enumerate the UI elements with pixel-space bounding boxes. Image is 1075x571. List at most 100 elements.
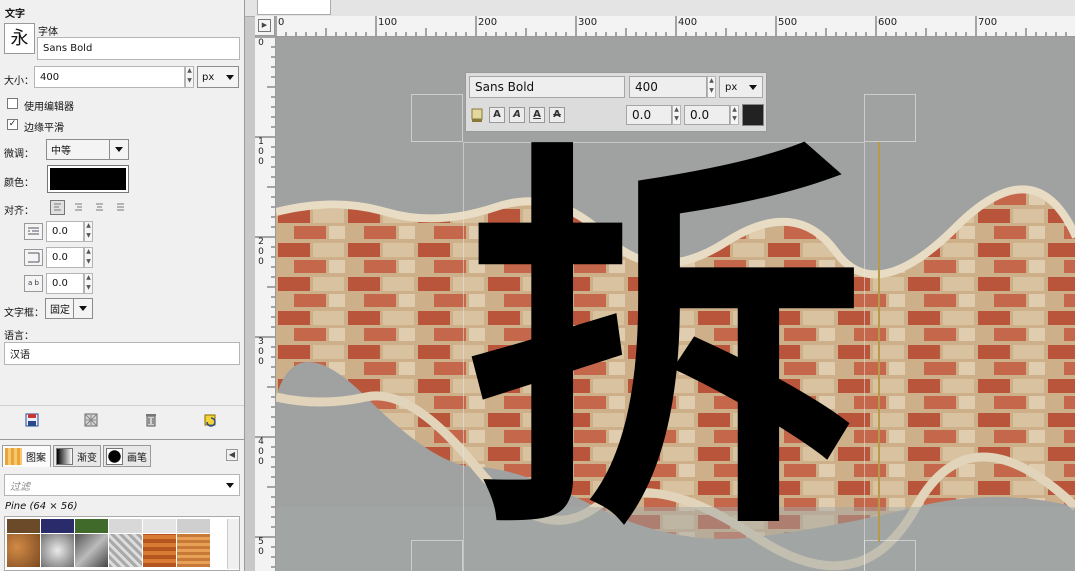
image-window: ▶ 0 100 200 300 400 500 600 700 0 1 0 0 … — [245, 0, 1075, 571]
overlay-baseline-input[interactable]: 0.0 — [626, 105, 672, 125]
letter-spacing-spinner[interactable]: ▲ ▼ — [84, 273, 93, 294]
restore-options-icon[interactable] — [83, 412, 101, 428]
hinting-label: 微调： — [4, 149, 34, 160]
hinting-dropdown-button[interactable] — [109, 140, 128, 159]
tab-patterns[interactable]: 图案 — [2, 445, 51, 467]
pattern-swatch[interactable] — [143, 519, 176, 533]
font-input[interactable]: Sans Bold — [37, 37, 240, 60]
pattern-filter-input[interactable]: 过滤 — [4, 474, 240, 496]
pattern-swatch[interactable] — [41, 534, 74, 567]
tab-brushes-label: 画笔 — [127, 452, 147, 464]
tab-patterns-label: 图案 — [26, 453, 46, 464]
chevron-down-icon — [226, 482, 234, 488]
horizontal-ruler[interactable]: 0 100 200 300 400 500 600 700 — [275, 16, 1075, 37]
chevron-down-icon — [115, 147, 123, 152]
panel-title: 文字 — [5, 9, 25, 20]
italic-button[interactable]: A — [509, 107, 525, 123]
pattern-swatch[interactable] — [41, 519, 74, 533]
pattern-swatch[interactable] — [109, 519, 142, 533]
tab-brushes[interactable]: 画笔 — [103, 445, 151, 467]
ruler-ticks — [255, 36, 275, 568]
ruler-label: 100 — [378, 17, 398, 28]
text-style-overlay: Sans Bold 400 ▲ ▼ px A A A A 0.0 ▲ ▼ 0.0 ▲… — [465, 72, 767, 132]
indent-spinner[interactable]: ▲ ▼ — [84, 221, 93, 242]
indent-icon — [24, 223, 43, 240]
pattern-scrollbar[interactable] — [227, 519, 239, 569]
pattern-swatch[interactable] — [143, 534, 176, 567]
letter-spacing-icon: a b — [24, 275, 43, 292]
brush-tab-icon — [106, 447, 123, 465]
gradient-tab-icon — [56, 447, 73, 465]
box-combo[interactable]: 固定 — [45, 298, 93, 319]
filter-placeholder: 过滤 — [10, 481, 30, 493]
clear-style-icon[interactable] — [469, 107, 485, 123]
color-button[interactable] — [47, 165, 129, 193]
overlay-kerning-input[interactable]: 0.0 — [684, 105, 730, 125]
text-layer[interactable]: 拆 — [466, 112, 866, 571]
justify-label: 对齐： — [4, 206, 34, 217]
language-label: 语言： — [4, 331, 34, 342]
overlay-size-input[interactable]: 400 — [629, 76, 707, 98]
size-input[interactable]: 400 — [34, 66, 185, 88]
save-options-icon[interactable] — [24, 412, 42, 428]
guide-frame — [864, 94, 916, 142]
font-label: 字体 — [38, 27, 58, 38]
color-swatch — [50, 168, 126, 190]
pattern-swatch[interactable] — [75, 534, 108, 567]
strikethrough-button[interactable]: A — [549, 107, 565, 123]
ruler-label: 5 0 — [258, 537, 264, 557]
text-cursor — [878, 142, 880, 542]
overlay-baseline-spinner[interactable]: ▲ ▼ — [672, 105, 681, 125]
font-preview-glyph: 永 — [10, 28, 29, 49]
antialias-label: 边缘平滑 — [24, 123, 64, 134]
antialias-checkbox[interactable]: ✓ — [7, 119, 18, 130]
reset-icon[interactable] — [203, 412, 221, 428]
chevron-down-icon — [749, 84, 757, 90]
ruler-label: 4 0 0 — [258, 437, 264, 467]
ruler-label: 600 — [878, 17, 898, 28]
pattern-swatch[interactable] — [177, 534, 210, 567]
size-spinner[interactable]: ▲ ▼ — [185, 66, 194, 88]
panel-menu-arrow-icon[interactable]: ◀ — [226, 449, 238, 461]
menu-arrow-icon: ▶ — [258, 19, 271, 32]
hinting-value: 中等 — [51, 146, 71, 157]
ruler-label: 700 — [978, 17, 998, 28]
pattern-swatch[interactable] — [109, 534, 142, 567]
pattern-grid[interactable] — [4, 516, 240, 571]
pattern-swatch[interactable] — [75, 519, 108, 533]
image-tab-strip — [245, 0, 1075, 17]
ruler-label: 0 — [258, 38, 264, 48]
tab-gradients[interactable]: 渐变 — [53, 445, 101, 467]
pattern-swatch[interactable] — [7, 519, 40, 533]
language-input[interactable]: 汉语 — [4, 342, 240, 365]
guide-frame — [864, 540, 916, 571]
chevron-down-icon — [226, 74, 234, 80]
color-label: 颜色： — [4, 178, 34, 189]
guide-frame — [411, 94, 463, 142]
line-spacing-spinner[interactable]: ▲ ▼ — [84, 247, 93, 268]
overlay-unit-combo[interactable]: px — [719, 76, 763, 98]
ruler-label: 1 0 0 — [258, 137, 264, 167]
box-dropdown-button[interactable] — [73, 299, 92, 318]
bold-button[interactable]: A — [489, 107, 505, 123]
pattern-swatch[interactable] — [7, 534, 40, 567]
overlay-font-input[interactable]: Sans Bold — [469, 76, 625, 98]
letter-spacing-input[interactable]: 0.0 — [46, 273, 84, 294]
delete-icon[interactable] — [143, 412, 161, 428]
image-tab[interactable] — [257, 0, 331, 15]
quick-mask-corner[interactable]: ▶ — [255, 16, 275, 36]
size-unit-combo[interactable]: px — [197, 66, 239, 88]
underline-button[interactable]: A — [529, 107, 545, 123]
use-editor-checkbox[interactable] — [7, 98, 18, 109]
chevron-down-icon — [79, 306, 87, 311]
indent-input[interactable]: 0.0 — [46, 221, 84, 242]
use-editor-label: 使用编辑器 — [24, 102, 74, 113]
line-spacing-input[interactable]: 0.0 — [46, 247, 84, 268]
hinting-combo[interactable]: 中等 — [46, 139, 129, 160]
font-preview-button[interactable]: 永 — [4, 23, 35, 54]
overlay-size-spinner[interactable]: ▲ ▼ — [707, 76, 716, 98]
pattern-swatch[interactable] — [177, 519, 210, 533]
overlay-kerning-spinner[interactable]: ▲ ▼ — [730, 105, 739, 125]
overlay-color-button[interactable] — [742, 104, 764, 126]
vertical-ruler[interactable]: 0 1 0 0 2 0 0 3 0 0 4 0 0 5 0 — [255, 36, 276, 571]
